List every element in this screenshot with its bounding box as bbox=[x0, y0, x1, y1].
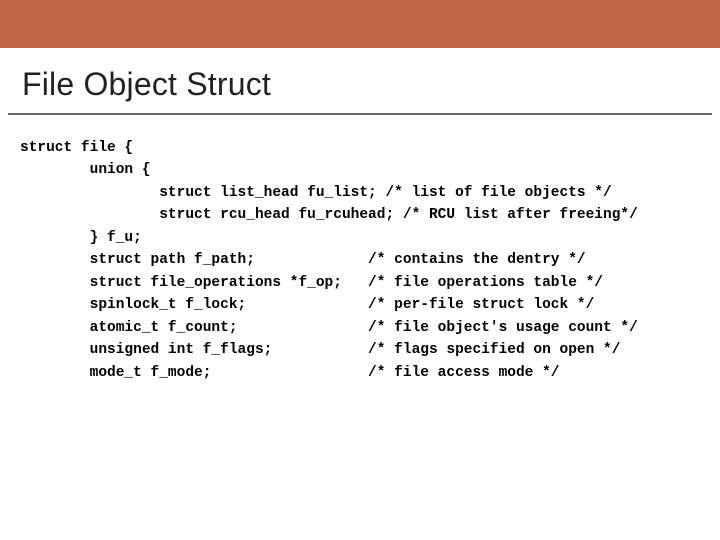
code-line: unsigned int f_flags; /* flags specified… bbox=[20, 342, 620, 358]
code-line: struct file_operations *f_op; /* file op… bbox=[20, 275, 603, 291]
code-line: struct path f_path; /* contains the dent… bbox=[20, 252, 586, 268]
accent-bar bbox=[0, 0, 720, 48]
code-block: struct file { union { struct list_head f… bbox=[0, 115, 720, 384]
code-line: struct list_head fu_list; /* list of fil… bbox=[20, 185, 612, 201]
code-line: } f_u; bbox=[20, 230, 142, 246]
code-line: union { bbox=[20, 162, 151, 178]
slide-title: File Object Struct bbox=[22, 66, 698, 103]
slide: File Object Struct struct file { union {… bbox=[0, 0, 720, 540]
code-line: atomic_t f_count; /* file object's usage… bbox=[20, 320, 638, 336]
code-line: struct rcu_head fu_rcuhead; /* RCU list … bbox=[20, 207, 638, 223]
code-line: mode_t f_mode; /* file access mode */ bbox=[20, 365, 560, 381]
title-container: File Object Struct bbox=[8, 48, 712, 115]
code-line: spinlock_t f_lock; /* per-file struct lo… bbox=[20, 297, 594, 313]
code-line: struct file { bbox=[20, 140, 133, 156]
